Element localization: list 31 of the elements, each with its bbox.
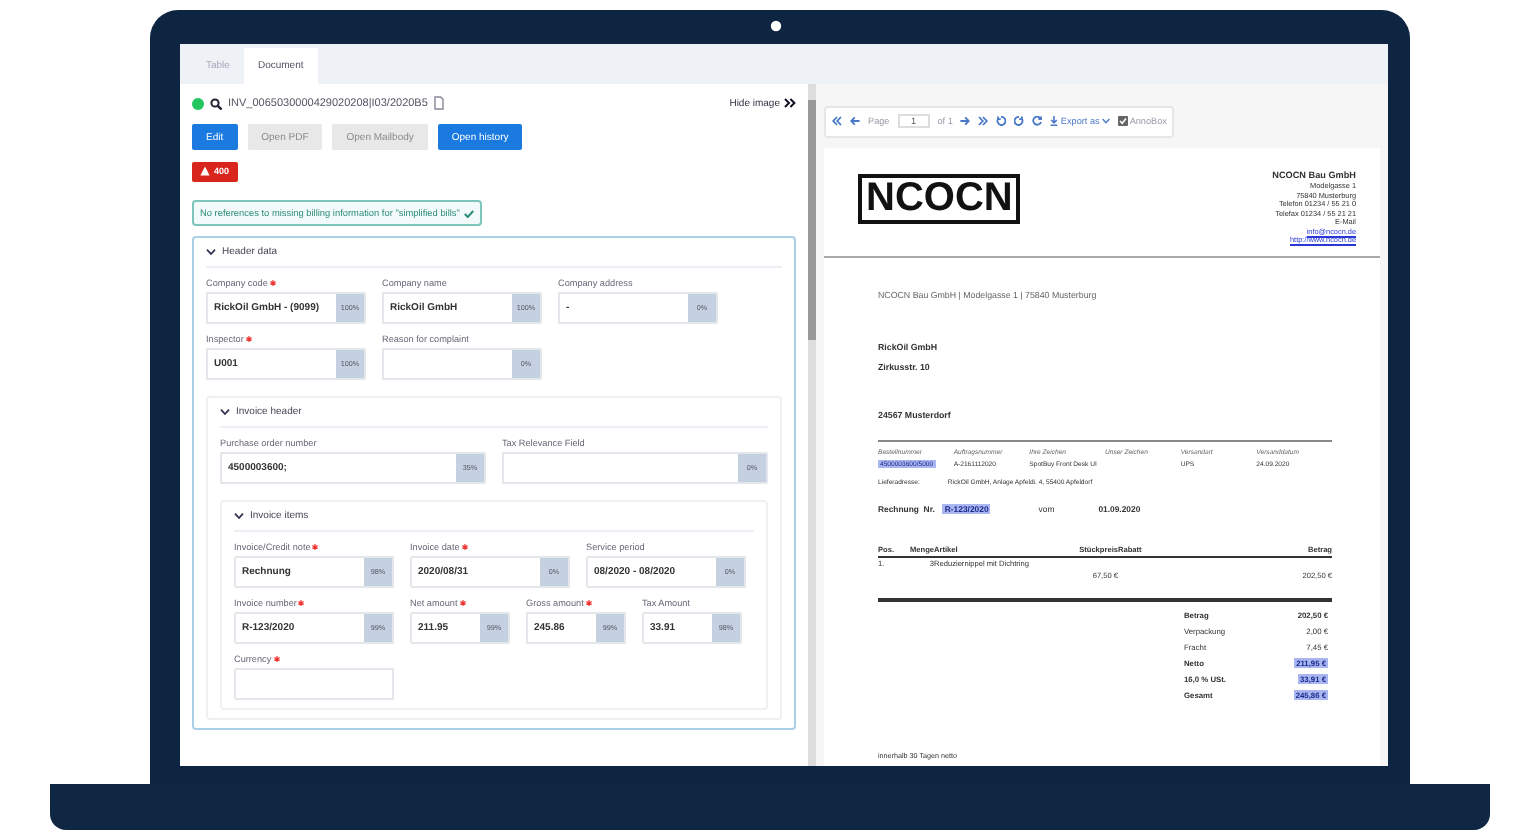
required-icon [312,543,319,549]
required-icon [459,599,466,605]
required-icon [298,599,305,605]
arrow-right-icon[interactable] [960,116,971,126]
status-dot-icon [192,97,204,109]
scrollbar-thumb[interactable] [808,100,816,340]
download-icon [1050,116,1059,126]
document-icon [433,96,444,110]
rotate-right-icon[interactable] [1014,116,1025,126]
chevron-icon [206,248,216,256]
rotate-left-icon[interactable] [996,116,1007,126]
required-icon [461,543,468,549]
search-icon [210,97,222,109]
company-logo: NCOCN [858,173,1021,223]
required-icon [585,599,592,605]
last-page-icon[interactable] [978,116,989,126]
camera-icon [770,20,782,32]
double-chevron-icon [784,98,796,108]
chevron-icon [220,408,230,416]
check-icon [463,209,474,217]
warning-icon [200,166,210,176]
chevron-icon [234,512,244,520]
required-icon [269,279,276,285]
required-icon [245,335,252,341]
required-icon [273,655,280,661]
input-field[interactable] [234,668,394,700]
caret-icon [1101,118,1110,124]
checkbox[interactable] [1117,116,1128,126]
refresh-icon[interactable] [1032,116,1043,126]
arrow-left-icon[interactable] [850,116,860,126]
first-page-icon[interactable] [832,116,842,126]
